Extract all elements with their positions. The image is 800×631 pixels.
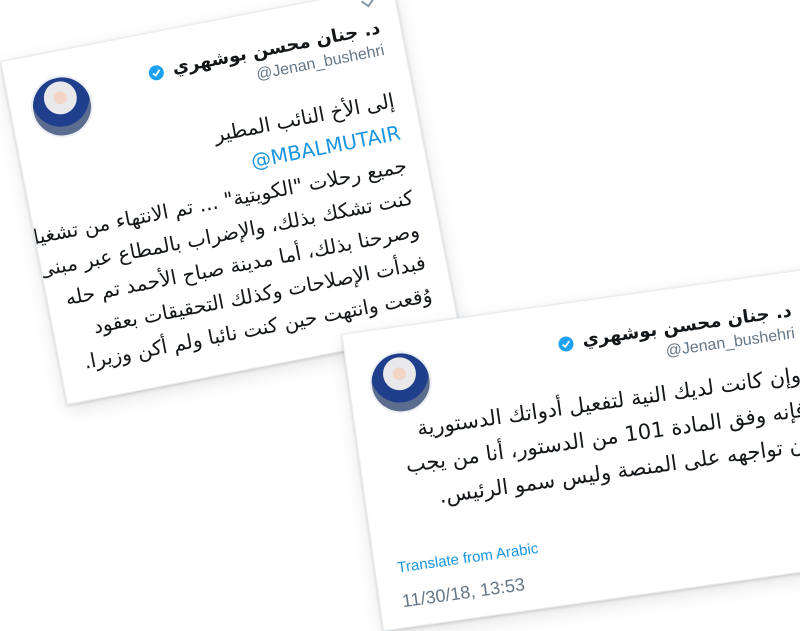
verified-badge-icon bbox=[558, 336, 574, 352]
avatar[interactable] bbox=[365, 347, 436, 418]
verified-badge-icon bbox=[148, 64, 164, 80]
avatar[interactable] bbox=[25, 70, 99, 143]
chevron-down-icon[interactable] bbox=[358, 0, 378, 11]
translate-link[interactable]: Translate from Arabic bbox=[396, 540, 539, 577]
tweet-timestamp[interactable]: 11/30/18, 13:53 bbox=[401, 574, 526, 612]
